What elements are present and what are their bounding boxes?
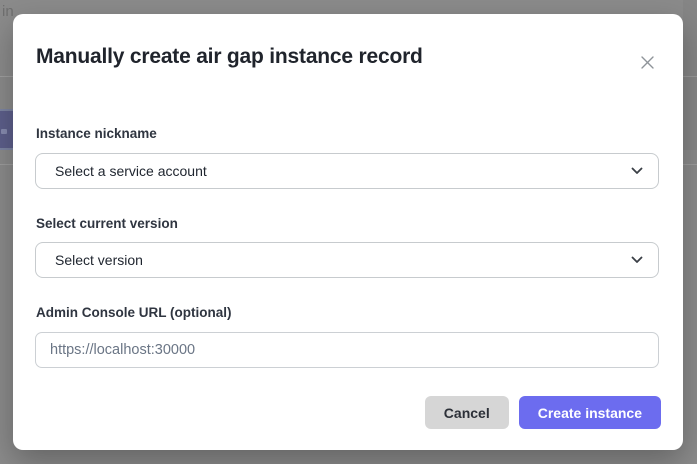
close-button[interactable] <box>635 50 659 74</box>
close-icon <box>640 55 655 70</box>
admin-console-url-label: Admin Console URL (optional) <box>36 306 232 320</box>
backdrop-shade <box>683 0 697 150</box>
modal-actions: Cancel Create instance <box>425 396 661 429</box>
admin-console-url-input[interactable] <box>35 332 659 368</box>
backdrop-row-marker <box>1 129 7 134</box>
version-select[interactable]: Select version <box>35 242 659 278</box>
version-select-value: Select version <box>55 252 631 268</box>
create-air-gap-instance-modal: Manually create air gap instance record … <box>13 14 683 450</box>
create-instance-button[interactable]: Create instance <box>519 396 661 429</box>
service-account-select-value: Select a service account <box>55 163 631 179</box>
chevron-down-icon <box>631 162 643 180</box>
service-account-select[interactable]: Select a service account <box>35 153 659 189</box>
backdrop-clipped-text: in <box>2 3 14 20</box>
instance-nickname-label: Instance nickname <box>36 127 157 141</box>
cancel-button[interactable]: Cancel <box>425 396 509 429</box>
modal-title: Manually create air gap instance record <box>36 45 423 69</box>
chevron-down-icon <box>631 251 643 269</box>
current-version-label: Select current version <box>36 217 178 231</box>
